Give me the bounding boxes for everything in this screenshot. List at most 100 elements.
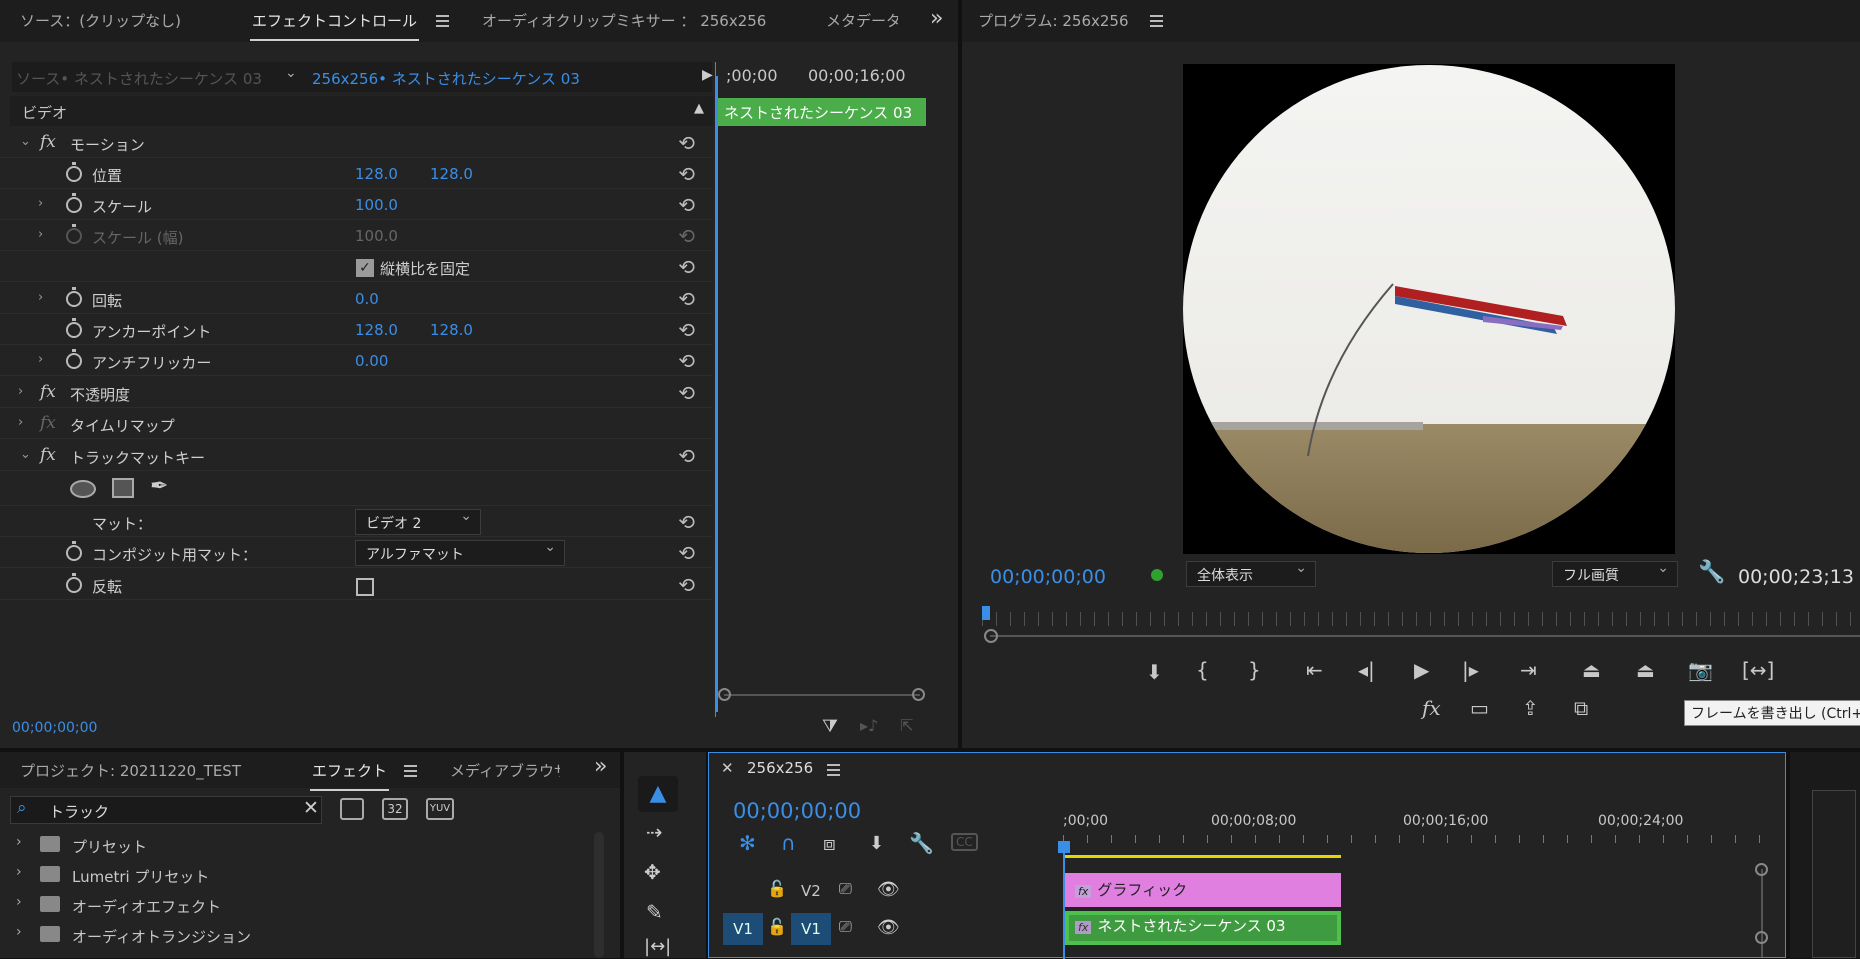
step-forward-icon[interactable]: |▸ — [1462, 658, 1479, 682]
mini-scroll-handle-right[interactable] — [912, 688, 925, 701]
reset-icon[interactable]: ⟲ — [678, 287, 695, 311]
reset-icon[interactable]: ⟲ — [678, 255, 695, 279]
safe-margins-icon[interactable]: ▭ — [1470, 696, 1489, 720]
tree-item-audio-transitions[interactable]: › オーディオトランジション — [10, 922, 620, 952]
play-triangle-icon[interactable]: ▶ — [702, 67, 713, 83]
razor-tool[interactable]: ✎ — [646, 900, 663, 924]
chevron-right-icon[interactable]: › — [38, 196, 43, 211]
chevron-right-icon[interactable]: › — [16, 834, 22, 850]
fx-toggle-icon[interactable]: fx — [1422, 696, 1441, 720]
reset-icon[interactable]: ⟲ — [678, 131, 695, 155]
reset-icon[interactable]: ⟲ — [678, 381, 695, 405]
add-marker-icon[interactable]: ⬇ — [1146, 660, 1163, 684]
reset-icon[interactable]: ⟲ — [678, 541, 695, 565]
param-value-y[interactable]: 128.0 — [430, 321, 473, 339]
more-tabs-icon[interactable]: » — [930, 6, 943, 31]
panel-menu-icon[interactable] — [827, 764, 840, 776]
zoom-scroll-bar[interactable] — [990, 635, 1860, 637]
tab-project[interactable]: プロジェクト: 20211220_TEST — [20, 760, 241, 781]
tree-item-presets[interactable]: › プリセット — [10, 832, 620, 862]
collapse-arrow-icon[interactable]: ▲ — [694, 101, 704, 116]
tree-item-lumetri[interactable]: › Lumetri プリセット — [10, 862, 620, 892]
param-value[interactable]: 100.0 — [355, 196, 398, 214]
program-playhead[interactable] — [982, 606, 990, 620]
zoom-handle[interactable] — [984, 629, 998, 643]
tab-effects[interactable]: エフェクト — [309, 760, 390, 791]
chevron-right-icon[interactable]: › — [18, 415, 23, 430]
track-name[interactable]: V1 — [791, 913, 831, 945]
stopwatch-icon[interactable] — [66, 162, 82, 182]
slip-tool[interactable]: |↔| — [644, 936, 671, 957]
trim-mode-icon[interactable]: [↔] — [1742, 658, 1774, 682]
extract-icon[interactable]: ⏏ — [1636, 658, 1655, 682]
invert-checkbox[interactable] — [356, 578, 374, 596]
timeline-title[interactable]: 256x256 — [747, 759, 813, 777]
timeline-ruler[interactable]: ;00;00 00;00;08;00 00;00;16;00 00;00;24;… — [1063, 813, 1763, 843]
mini-scroll-handle-left[interactable] — [718, 688, 731, 701]
program-title[interactable]: プログラム: 256x256 — [978, 10, 1129, 31]
comparison-icon[interactable]: ⧉ — [1574, 696, 1588, 720]
tab-effect-controls[interactable]: エフェクトコントロール — [249, 10, 420, 41]
clip-graphic[interactable]: fx グラフィック — [1065, 873, 1341, 907]
fx-icon[interactable]: fx — [40, 445, 56, 465]
mini-scroll-bar[interactable] — [724, 694, 920, 696]
reset-icon[interactable]: ⟲ — [678, 573, 695, 597]
panel-menu-icon[interactable] — [404, 765, 417, 777]
chevron-right-icon[interactable]: › — [16, 894, 22, 910]
reset-icon[interactable]: ⟲ — [678, 444, 695, 468]
tab-source[interactable]: ソース：(クリップなし) — [20, 10, 181, 31]
param-value-x[interactable]: 128.0 — [355, 321, 398, 339]
snap-icon[interactable]: ✻ — [739, 831, 756, 855]
search-input[interactable]: トラック — [49, 801, 109, 822]
play-icon[interactable]: ▶ — [1414, 658, 1429, 682]
tab-media-browser[interactable]: メディアブラウザ — [450, 760, 560, 781]
lock-icon[interactable]: 🔓 — [767, 879, 787, 898]
source-patch-v1[interactable]: V1 — [723, 913, 763, 945]
eye-icon[interactable]: 👁 — [877, 917, 900, 938]
stopwatch-icon[interactable] — [66, 287, 82, 307]
mini-playhead[interactable] — [716, 76, 718, 712]
footer-timecode[interactable]: 00;00;00;00 — [12, 720, 97, 736]
param-value[interactable]: 0.00 — [355, 352, 388, 370]
wrench-icon[interactable]: 🔧 — [1698, 560, 1725, 585]
mini-clip[interactable]: ネストされたシーケンス 03 — [718, 98, 926, 126]
stopwatch-icon[interactable] — [66, 573, 82, 593]
param-value-x[interactable]: 128.0 — [355, 165, 398, 183]
filter-icon[interactable]: ⧩ — [822, 716, 838, 737]
clear-search-icon[interactable]: ✕ — [303, 797, 319, 819]
linked-selection-icon[interactable]: ⧈ — [823, 831, 836, 855]
magnet-icon[interactable]: ∩ — [781, 831, 796, 855]
stopwatch-icon[interactable] — [66, 318, 82, 338]
go-to-in-icon[interactable]: ⇤ — [1306, 658, 1323, 682]
panel-menu-icon[interactable] — [1150, 15, 1163, 27]
sync-lock-icon[interactable]: ⎚ — [839, 879, 852, 899]
more-tabs-icon[interactable]: » — [594, 754, 607, 779]
tab-audio-clip-mixer[interactable]: オーディオクリップミキサー ： 256x256 — [482, 10, 766, 31]
lift-icon[interactable]: ⏏ — [1582, 658, 1601, 682]
chevron-right-icon[interactable]: › — [18, 384, 23, 399]
chevron-right-icon[interactable]: › — [38, 290, 43, 305]
rectangle-mask-icon[interactable] — [112, 478, 134, 498]
lock-icon[interactable]: 🔓 — [767, 917, 787, 936]
chevron-right-icon[interactable]: › — [38, 227, 43, 242]
scrollbar[interactable] — [594, 832, 604, 958]
panel-menu-icon[interactable] — [436, 15, 449, 27]
ellipse-mask-icon[interactable] — [70, 480, 96, 498]
export-icon[interactable]: ⇪ — [1522, 696, 1539, 720]
tree-item-audio-effects[interactable]: › オーディオエフェクト — [10, 892, 620, 922]
eye-icon[interactable]: 👁 — [877, 879, 900, 900]
composite-dropdown[interactable]: アルファマット — [355, 539, 565, 566]
clip-nested-sequence[interactable]: fx ネストされたシーケンス 03 — [1065, 911, 1341, 945]
pen-mask-icon[interactable]: ✒ — [150, 474, 168, 499]
timeline-timecode[interactable]: 00;00;00;00 — [733, 799, 861, 823]
mark-out-icon[interactable]: } — [1248, 658, 1261, 682]
close-icon[interactable]: ✕ — [721, 759, 734, 777]
captions-icon[interactable]: CC — [951, 833, 978, 851]
ripple-edit-tool[interactable]: ✥ — [644, 860, 661, 884]
stopwatch-icon[interactable] — [66, 541, 82, 561]
reset-icon[interactable]: ⟲ — [678, 349, 695, 373]
chevron-right-icon[interactable]: › — [16, 924, 22, 940]
chevron-right-icon[interactable]: › — [38, 352, 43, 367]
checkbox-checked[interactable]: ✓ — [356, 259, 374, 277]
zoom-dropdown[interactable]: 全体表示 — [1186, 560, 1316, 587]
